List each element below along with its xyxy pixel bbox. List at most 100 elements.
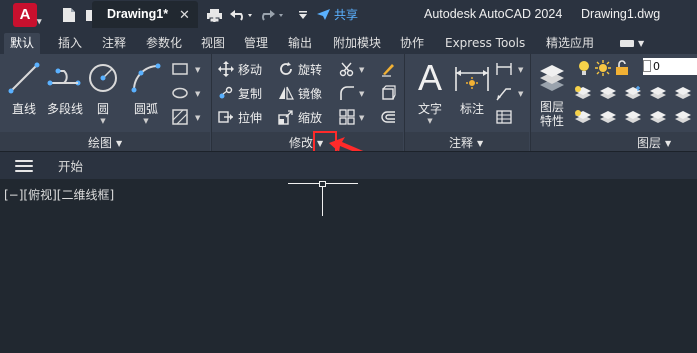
layer-copy-icon[interactable] <box>598 107 618 127</box>
chevron-down-icon: ▼ <box>477 139 484 148</box>
scale-button[interactable]: 缩放 <box>278 107 322 127</box>
hatch-icon[interactable] <box>170 107 190 127</box>
ribbon-tab-bar: 默认 插入 注释 参数化 视图 管理 输出 附加模块 协作 Express To… <box>0 30 697 54</box>
tab-annotate[interactable]: 注释 <box>96 33 132 54</box>
menu-icon[interactable] <box>15 160 33 173</box>
layer-unlock-icon[interactable] <box>673 107 693 127</box>
text-options-caret-icon[interactable]: ▼ <box>427 117 432 125</box>
circle-options-caret-icon[interactable]: ▼ <box>100 117 105 125</box>
layer-properties-line2: 特性 <box>539 114 564 128</box>
new-icon[interactable] <box>60 5 78 25</box>
tab-addins[interactable]: 附加模块 <box>327 33 387 54</box>
offset-icon[interactable] <box>378 107 398 127</box>
layer-on-icon[interactable] <box>648 107 668 127</box>
layer-match-icon[interactable] <box>573 83 593 103</box>
hatch-ellipse-icon[interactable] <box>170 83 190 103</box>
rectangle-icon[interactable] <box>170 59 190 79</box>
layer-freeze-icon[interactable] <box>623 83 643 103</box>
tab-output[interactable]: 输出 <box>282 33 318 54</box>
layers-panel-title[interactable]: 图层 ▼ <box>637 134 671 151</box>
arc-button[interactable]: 圆弧 ▼ <box>128 58 164 130</box>
trim-icon[interactable] <box>337 59 357 79</box>
ellipse-caret-icon[interactable]: ▼ <box>195 90 200 98</box>
mirror-button[interactable]: 镜像 <box>278 83 322 103</box>
drawing-canvas[interactable] <box>0 179 697 353</box>
circle-label: 圆 <box>96 102 109 116</box>
annotation-panel-title[interactable]: 注释 ▼ <box>449 134 483 151</box>
lightbulb-icon[interactable] <box>574 58 594 78</box>
viewport-controls[interactable]: [−][俯视][二维线框] <box>4 186 114 203</box>
dimension-button[interactable]: 标注 <box>453 58 491 130</box>
stretch-button[interactable]: 拉伸 <box>218 107 262 127</box>
line-label: 直线 <box>11 102 36 116</box>
layers-panel-footer[interactable] <box>531 132 697 151</box>
rotate-icon <box>280 62 292 75</box>
layers-panel-label: 图层 <box>637 136 662 150</box>
text-button[interactable]: A 文字 ▼ <box>414 58 446 130</box>
hatch-caret-icon[interactable]: ▼ <box>195 114 200 122</box>
linear-dimension-caret-icon[interactable]: ▼ <box>518 66 523 74</box>
scale-label: 缩放 <box>298 110 323 125</box>
layer-color-swatch <box>643 60 651 72</box>
line-button[interactable]: 直线 <box>6 58 42 130</box>
layer-current-icon[interactable] <box>573 107 593 127</box>
copy-button[interactable]: 复制 <box>218 83 262 103</box>
fillet-icon[interactable] <box>337 83 357 103</box>
tab-express-tools[interactable]: Express Tools <box>439 33 531 54</box>
layer-off-icon[interactable] <box>648 83 668 103</box>
leader-icon[interactable] <box>494 83 514 103</box>
unlock-icon[interactable] <box>612 58 632 78</box>
layer-thaw-icon[interactable] <box>623 107 643 127</box>
polyline-button[interactable]: 多段线 <box>43 58 87 130</box>
rotate-button[interactable]: 旋转 <box>278 59 322 79</box>
layer-lock-icon[interactable] <box>673 83 693 103</box>
arc-options-caret-icon[interactable]: ▼ <box>143 117 148 125</box>
layer-dropdown[interactable]: 0 <box>643 58 697 75</box>
move-button[interactable]: 移动 <box>218 59 262 79</box>
layer-properties-button[interactable]: 图层 特性 <box>535 58 569 130</box>
explode-icon[interactable] <box>378 83 398 103</box>
layer-properties-label: 图层 特性 <box>540 100 564 128</box>
share-button[interactable]: 共享 <box>316 6 358 23</box>
sun-icon[interactable] <box>593 58 613 78</box>
layer-isolate-icon[interactable] <box>598 83 618 103</box>
mirror-label: 镜像 <box>298 86 323 101</box>
chevron-down-icon: ▼ <box>638 38 645 48</box>
ribbon-minimize-toggle[interactable]: ▼ <box>620 37 650 49</box>
tab-view[interactable]: 视图 <box>195 33 231 54</box>
tab-insert[interactable]: 插入 <box>52 33 88 54</box>
undo-icon[interactable] <box>228 5 254 25</box>
layer-properties-line1: 图层 <box>539 100 564 114</box>
document-title: Drawing1.dwg <box>581 7 661 21</box>
customize-icon[interactable] <box>296 5 310 25</box>
file-tab-bar: 开始 <box>0 151 697 179</box>
tab-manage[interactable]: 管理 <box>238 33 274 54</box>
tab-collaborate[interactable]: 协作 <box>394 33 430 54</box>
tab-parametric[interactable]: 参数化 <box>140 33 188 54</box>
tab-home[interactable]: 默认 <box>4 33 41 54</box>
array-icon[interactable] <box>337 107 357 127</box>
tab-start[interactable]: 开始 <box>58 153 83 180</box>
linear-dimension-icon[interactable] <box>494 59 514 79</box>
close-icon[interactable]: ✕ <box>179 8 190 23</box>
stretch-label: 拉伸 <box>238 110 263 125</box>
text-icon: A <box>417 57 442 98</box>
redo-icon[interactable] <box>259 5 285 25</box>
copy-label: 复制 <box>238 86 263 101</box>
draw-panel-title[interactable]: 绘图 ▼ <box>88 134 122 151</box>
trim-caret-icon[interactable]: ▼ <box>359 66 364 74</box>
new-tab-plus-icon[interactable]: + <box>206 3 223 27</box>
erase-icon[interactable] <box>378 59 398 79</box>
tab-drawing1-label: Drawing1* <box>107 7 169 21</box>
table-icon[interactable] <box>494 107 514 127</box>
circle-button[interactable]: 圆 ▼ <box>87 58 119 130</box>
dimension-label: 标注 <box>459 102 484 116</box>
line-icon <box>7 58 41 98</box>
tab-featured-apps[interactable]: 精选应用 <box>540 33 600 54</box>
leader-caret-icon[interactable]: ▼ <box>518 90 523 98</box>
application-menu-button[interactable]: A ▾ <box>13 3 42 27</box>
move-label: 移动 <box>238 62 263 77</box>
rectangle-caret-icon[interactable]: ▼ <box>195 66 200 74</box>
fillet-caret-icon[interactable]: ▼ <box>359 90 364 98</box>
array-caret-icon[interactable]: ▼ <box>359 114 364 122</box>
